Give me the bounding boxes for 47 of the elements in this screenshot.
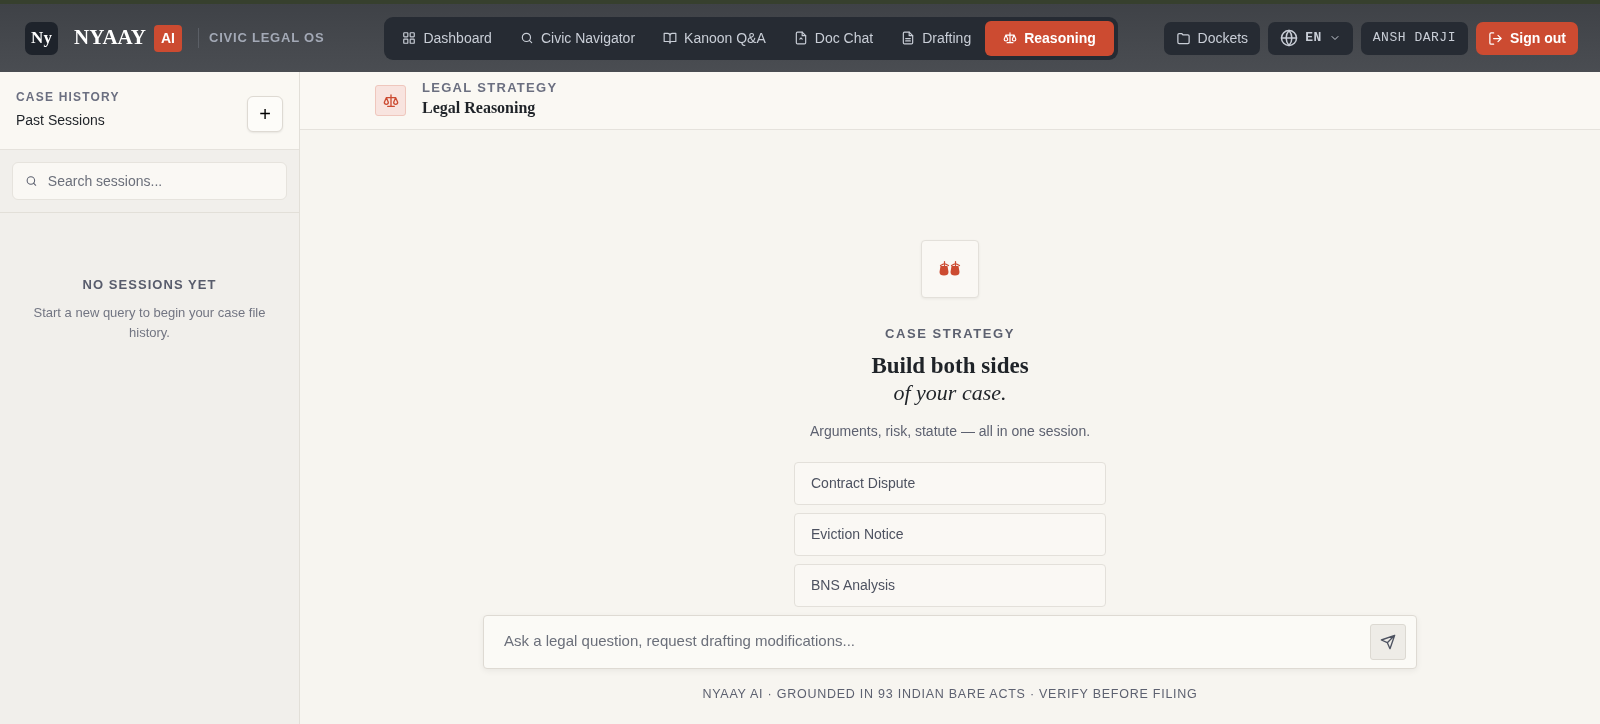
search-icon xyxy=(519,31,534,45)
tagline: CIVIC LEGAL OS xyxy=(198,28,325,48)
scales-icon xyxy=(921,240,979,298)
search-icon xyxy=(25,174,38,188)
suggestion-button[interactable]: Contract Dispute xyxy=(794,461,1106,505)
empty-title: NO SESSIONS YET xyxy=(81,276,218,294)
add-button[interactable]: + xyxy=(247,96,283,132)
logo: Ny xyxy=(25,21,58,55)
nav-tab[interactable]: Civic Navigator xyxy=(505,20,650,56)
globe-icon xyxy=(1280,29,1299,47)
send-icon xyxy=(1380,633,1396,650)
message-box[interactable]: Ask a legal question, request drafting modifications... xyxy=(483,614,1417,669)
suggestion-button[interactable]: Eviction Notice xyxy=(794,512,1106,556)
nav-tab[interactable]: Dashboard xyxy=(388,20,506,56)
user-button[interactable]: ANSH DARJI xyxy=(1360,21,1468,55)
page-title: Legal Reasoning xyxy=(422,97,537,119)
nav-tab[interactable]: Kanoon Q&A xyxy=(649,20,780,56)
suggestion-button[interactable]: BNS Analysis xyxy=(794,563,1106,607)
nav-tab[interactable]: Drafting xyxy=(887,20,986,56)
nav-tab[interactable]: Reasoning xyxy=(985,20,1114,56)
footer-note: NYAAY AI · GROUNDED IN 93 INDIAN BARE ACTS · VERIFY BEFORE FILING xyxy=(702,685,1198,703)
scale-icon xyxy=(375,85,406,116)
message-field[interactable]: Ask a legal question, request drafting modifications... xyxy=(502,629,1370,654)
hero-title: Build both sides xyxy=(871,351,1029,380)
sign-out-button[interactable]: Sign out xyxy=(1476,21,1578,55)
book-icon xyxy=(663,31,678,45)
grid-icon xyxy=(402,31,417,45)
folder-icon xyxy=(1175,30,1191,46)
section-label: CASE HISTORY xyxy=(16,89,120,106)
brand-name: NYAAY xyxy=(74,24,146,52)
empty-text: Start a new query to begin your case file history. xyxy=(32,303,267,342)
dockets-button[interactable]: Dockets xyxy=(1163,21,1261,55)
document-icon xyxy=(901,31,916,45)
scale-icon xyxy=(1003,31,1018,45)
nav-tab[interactable]: Doc Chat xyxy=(779,20,888,56)
document-icon xyxy=(793,31,808,45)
section-title: Past Sessions xyxy=(16,111,106,130)
hero-text: Arguments, risk, statute — all in one session. xyxy=(809,421,1091,441)
hero-subtitle: of your case. xyxy=(893,379,1007,407)
language-button[interactable]: EN xyxy=(1268,21,1353,55)
search-field[interactable]: Search sessions... xyxy=(45,169,274,193)
send-button[interactable] xyxy=(1370,623,1406,660)
sign-out-icon xyxy=(1488,30,1503,46)
section-label: CASE STRATEGY xyxy=(885,325,1015,343)
search-box[interactable]: Search sessions... xyxy=(12,162,287,200)
ai-badge: AI xyxy=(154,24,182,52)
page-label: LEGAL STRATEGY xyxy=(422,81,558,96)
